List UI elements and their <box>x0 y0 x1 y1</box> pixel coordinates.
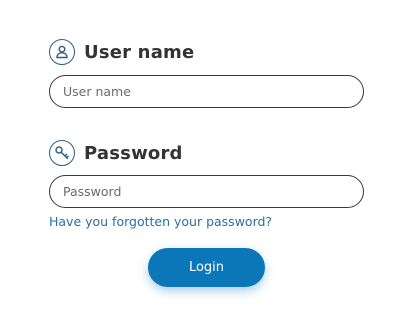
password-label: Password <box>84 142 183 164</box>
login-button[interactable]: Login <box>148 248 265 287</box>
username-input[interactable] <box>49 75 364 108</box>
forgot-password-link[interactable]: Have you forgotten your password? <box>49 214 272 229</box>
key-icon <box>49 140 75 166</box>
username-label: User name <box>84 41 195 63</box>
password-label-row: Password <box>49 139 183 167</box>
login-form: User name Password Have you forgotten yo… <box>0 0 416 332</box>
user-icon <box>49 39 75 65</box>
password-input[interactable] <box>49 175 364 208</box>
username-label-row: User name <box>49 38 194 66</box>
